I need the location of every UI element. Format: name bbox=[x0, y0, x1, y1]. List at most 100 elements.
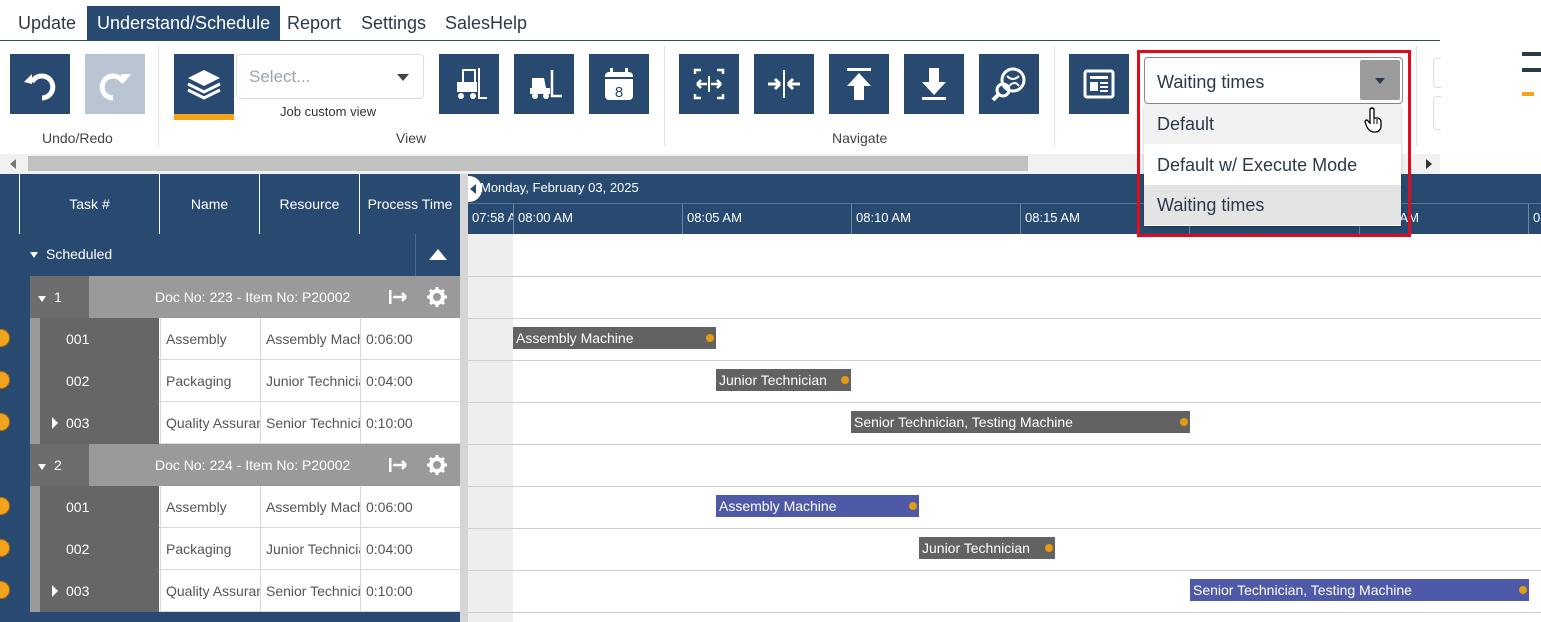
logo-fragment bbox=[1522, 92, 1534, 96]
menu-settings[interactable]: Settings bbox=[351, 6, 436, 41]
row-divider bbox=[468, 318, 1541, 319]
move-to-top-button[interactable] bbox=[829, 54, 889, 114]
forklifts-button[interactable] bbox=[439, 54, 499, 114]
menu-understand-schedule[interactable]: Understand/Schedule bbox=[87, 6, 281, 41]
collapse-horizontal-icon bbox=[768, 70, 800, 98]
arrow-to-bottom-icon bbox=[922, 68, 946, 100]
gantt-bar-label: Junior Technician bbox=[922, 540, 1030, 556]
task-name: Packaging bbox=[160, 528, 260, 570]
task-row[interactable]: 002 Packaging Junior Technician 0:04:00 bbox=[0, 528, 460, 570]
row-indicator bbox=[30, 360, 40, 402]
undo-redo-group-label: Undo/Redo bbox=[42, 130, 113, 146]
view-select[interactable]: Select... bbox=[236, 54, 424, 99]
arrow-to-top-icon bbox=[847, 68, 871, 100]
collapse-triangle-icon[interactable] bbox=[38, 464, 46, 470]
column-header-resource[interactable]: Resource bbox=[260, 174, 360, 234]
forklifts-icon bbox=[457, 68, 487, 99]
menu-update[interactable]: Update bbox=[8, 6, 86, 41]
row-divider bbox=[468, 444, 1541, 445]
expand-view-button[interactable] bbox=[679, 54, 739, 114]
job-number: 2 bbox=[30, 444, 89, 486]
gantt-bar[interactable]: Assembly Machine bbox=[716, 495, 919, 517]
move-to-bottom-button[interactable] bbox=[904, 54, 964, 114]
row-divider bbox=[468, 570, 1541, 571]
row-divider bbox=[468, 402, 1541, 403]
time-tick: 08:15 AM bbox=[1020, 204, 1080, 234]
task-id-text: 003 bbox=[66, 415, 90, 431]
time-tick: 08:10 AM bbox=[851, 204, 911, 234]
redo-button[interactable] bbox=[85, 54, 145, 114]
task-row[interactable]: 001 Assembly Assembly Machine 0:06:00 bbox=[0, 318, 460, 360]
task-process-time: 0:04:00 bbox=[360, 360, 460, 402]
non-working-shade bbox=[468, 234, 513, 622]
column-header-task[interactable]: Task # bbox=[20, 174, 160, 234]
menu-bar: Update Understand/Schedule Report Settin… bbox=[0, 0, 1440, 41]
gantt-date: Monday, February 03, 2025 bbox=[480, 180, 639, 195]
row-indicator bbox=[30, 570, 40, 612]
task-name: Assembly bbox=[160, 318, 260, 360]
gantt-bar[interactable]: Junior Technician bbox=[919, 537, 1055, 559]
arrow-to-line-icon[interactable] bbox=[388, 455, 410, 475]
view-group-label: View bbox=[396, 130, 427, 146]
menu-report[interactable]: Report bbox=[277, 6, 351, 41]
task-row[interactable]: 003 Quality Assurance Senior Technician … bbox=[0, 402, 460, 444]
scroll-right-icon[interactable] bbox=[1426, 159, 1432, 169]
task-resource: Assembly Machine bbox=[260, 318, 360, 360]
redo-icon bbox=[99, 73, 131, 101]
gantt-bar-label: Junior Technician bbox=[719, 372, 827, 388]
undo-icon bbox=[24, 73, 56, 101]
scroll-left-icon[interactable] bbox=[10, 159, 16, 169]
expand-horizontal-icon bbox=[693, 68, 725, 100]
menu-saleshelp[interactable]: SalesHelp bbox=[435, 6, 537, 41]
globe-search-icon bbox=[991, 67, 1026, 102]
row-indicator bbox=[30, 528, 40, 570]
gear-icon[interactable] bbox=[426, 286, 448, 308]
gantt-bar[interactable]: Assembly Machine bbox=[513, 327, 716, 349]
gantt-bar[interactable]: Junior Technician bbox=[716, 369, 851, 391]
expand-triangle-icon[interactable] bbox=[52, 417, 58, 429]
gantt-bar[interactable]: Senior Technician, Testing Machine bbox=[851, 411, 1190, 433]
task-name: Packaging bbox=[160, 360, 260, 402]
task-row[interactable]: 001 Assembly Assembly Machine 0:06:00 bbox=[0, 486, 460, 528]
job-row[interactable]: 1 Doc No: 223 - Item No: P20002 bbox=[0, 276, 460, 318]
highlight-frame bbox=[1137, 50, 1411, 237]
hand-cursor-icon bbox=[1364, 107, 1382, 133]
scheduled-group-row[interactable]: Scheduled bbox=[0, 234, 460, 276]
task-id: 001 bbox=[40, 318, 159, 360]
collapse-view-button[interactable] bbox=[754, 54, 814, 114]
forklift-button[interactable] bbox=[514, 54, 574, 114]
scrollbar-thumb[interactable] bbox=[28, 156, 1028, 171]
gantt-bar-label: Senior Technician, Testing Machine bbox=[1193, 582, 1412, 598]
bar-end-dot-icon bbox=[1180, 418, 1188, 426]
calendar-button[interactable]: 8 bbox=[589, 54, 649, 114]
task-grid: Task # Name Resource Process Time Schedu… bbox=[0, 174, 460, 622]
row-divider bbox=[468, 528, 1541, 529]
layers-view-button[interactable] bbox=[174, 54, 234, 114]
task-row[interactable]: 003 Quality Assurance Senior Technician … bbox=[0, 570, 460, 612]
job-row[interactable]: 2 Doc No: 224 - Item No: P20002 bbox=[0, 444, 460, 486]
row-indicator bbox=[30, 486, 40, 528]
gear-icon[interactable] bbox=[426, 454, 448, 476]
task-process-time: 0:06:00 bbox=[360, 486, 460, 528]
arrow-to-line-icon[interactable] bbox=[388, 287, 410, 307]
locate-button[interactable] bbox=[979, 54, 1039, 114]
job-number: 1 bbox=[30, 276, 89, 318]
scroll-up-icon[interactable] bbox=[415, 234, 460, 276]
collapse-triangle-icon[interactable] bbox=[38, 296, 46, 302]
expand-triangle-icon[interactable] bbox=[52, 585, 58, 597]
navigate-group-label: Navigate bbox=[832, 130, 888, 146]
grid-footer bbox=[0, 612, 460, 622]
task-id: 002 bbox=[40, 360, 159, 402]
report-view-button[interactable] bbox=[1069, 54, 1129, 114]
job-number-text: 1 bbox=[54, 289, 62, 305]
column-header-process-time[interactable]: Process Time bbox=[360, 174, 460, 234]
undo-button[interactable] bbox=[10, 54, 70, 114]
task-row[interactable]: 002 Packaging Junior Technician 0:04:00 bbox=[0, 360, 460, 402]
task-process-time: 0:10:00 bbox=[360, 570, 460, 612]
collapse-triangle-icon[interactable] bbox=[30, 252, 38, 258]
gantt-bar[interactable]: Senior Technician, Testing Machine bbox=[1190, 579, 1529, 601]
column-header-name[interactable]: Name bbox=[160, 174, 260, 234]
grid-splitter[interactable] bbox=[460, 174, 468, 622]
time-tick: 07:58 AM bbox=[472, 210, 513, 225]
task-resource: Junior Technician bbox=[260, 528, 360, 570]
